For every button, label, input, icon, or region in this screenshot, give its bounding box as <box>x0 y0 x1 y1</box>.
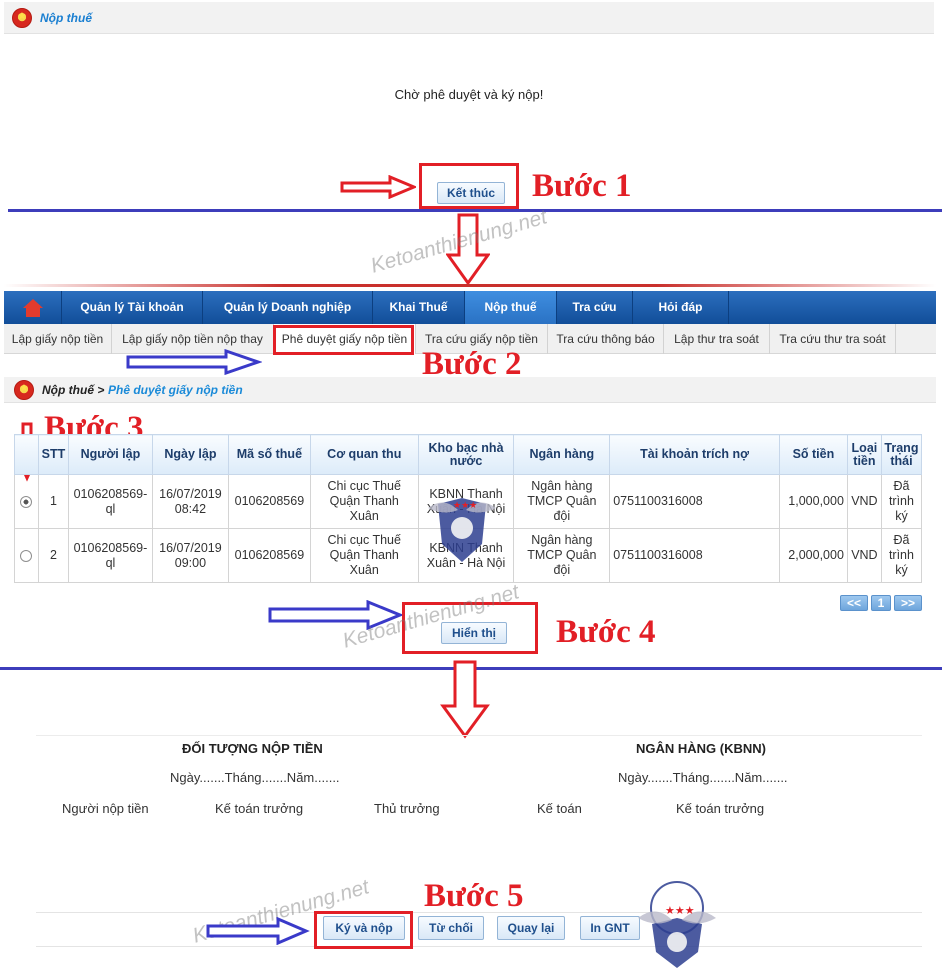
arrow-right-icon <box>340 175 416 199</box>
nav-enterprise-management[interactable]: Quản lý Doanh nghiệp <box>203 291 373 324</box>
role-bank-chief-accountant: Kế toán trưởng <box>676 801 765 816</box>
show-button[interactable]: Hiển thị <box>441 622 507 644</box>
role-chief-accountant: Kế toán trưởng <box>215 801 304 816</box>
bank-title: NGÂN HÀNG (KBNN) <box>636 741 766 756</box>
role-payer: Người nộp tiền <box>62 801 149 816</box>
pagination-page[interactable]: 1 <box>871 595 891 611</box>
nav-tax-payment[interactable]: Nộp thuế <box>465 291 557 324</box>
column-header: Tài khoản trích nợ <box>609 434 780 475</box>
company-logo-icon: ★★★ <box>638 881 716 968</box>
section-divider <box>36 735 922 736</box>
home-icon <box>23 299 43 317</box>
breadcrumb: Nộp thuế > Phê duyệt giấy nộp tiền <box>4 377 936 403</box>
panel-title: Nộp thuế <box>40 11 92 25</box>
role-director: Thủ trưởng <box>374 801 440 816</box>
arrow-right-icon <box>268 600 404 630</box>
step-1-label: Bước 1 <box>532 168 632 204</box>
table-header-row: STT Người lập Ngày lập Mã số thuế Cơ qua… <box>14 434 923 475</box>
cell-currency: VND <box>846 474 882 529</box>
cell-tax-code: 0106208569 <box>227 474 311 529</box>
cell-date: 16/07/2019 08:42 <box>151 474 229 529</box>
column-header: Loại tiền <box>846 434 882 475</box>
column-header: Số tiền <box>778 434 848 475</box>
row-select-radio[interactable] <box>20 549 33 562</box>
pagination-prev[interactable]: << <box>840 595 868 611</box>
column-header: STT <box>37 434 69 475</box>
svg-text:★★★: ★★★ <box>665 904 695 917</box>
home-button[interactable] <box>4 291 62 324</box>
svg-text:★★★: ★★★ <box>453 501 477 511</box>
cell-status: Đã trình ký <box>880 528 923 583</box>
nav-faq[interactable]: Hỏi đáp <box>633 291 729 324</box>
cell-stt: 1 <box>37 474 69 529</box>
cell-stt: 2 <box>37 528 69 583</box>
sign-and-submit-button[interactable]: Ký và nộp <box>323 916 405 940</box>
column-header <box>14 434 39 475</box>
arrow-right-icon <box>206 917 310 945</box>
cell-tax-office: Chi cục Thuế Quận Thanh Xuân <box>309 474 419 529</box>
national-emblem-icon <box>14 380 34 400</box>
nav-top-border <box>4 284 936 287</box>
company-logo-icon: ★★★ <box>428 498 496 562</box>
cell-debit-account: 0751100316008 <box>609 474 780 529</box>
nav-tax-declaration[interactable]: Khai Thuế <box>373 291 465 324</box>
cell-tax-code: 0106208569 <box>227 528 311 583</box>
pagination-next[interactable]: >> <box>894 595 922 611</box>
arrow-right-icon <box>126 349 262 375</box>
reject-button[interactable]: Từ chối <box>418 916 484 940</box>
cell-amount: 1,000,000 <box>778 474 848 529</box>
national-emblem-icon <box>12 8 32 28</box>
subnav-approve-payment[interactable]: Phê duyệt giấy nộp tiền <box>274 324 416 354</box>
subnav-lookup-inquiry[interactable]: Tra cứu thư tra soát <box>770 324 896 354</box>
cell-debit-account: 0751100316008 <box>609 528 780 583</box>
print-gnt-button[interactable]: In GNT <box>580 916 640 940</box>
finish-button[interactable]: Kết thúc <box>437 182 505 204</box>
cell-creator: 0106208569-ql <box>67 474 153 529</box>
cell-creator: 0106208569-ql <box>67 528 153 583</box>
cell-currency: VND <box>846 528 882 583</box>
column-header: Ngày lập <box>151 434 229 475</box>
breadcrumb-root[interactable]: Nộp thuế > <box>42 383 104 397</box>
column-header: Ngân hàng <box>513 434 611 475</box>
action-bar-bottom-border <box>36 946 922 947</box>
payer-date-line: Ngày.......Tháng.......Năm....... <box>170 770 340 785</box>
step-4-label: Bước 4 <box>556 614 656 650</box>
payer-title: ĐỐI TƯỢNG NỘP TIỀN <box>182 741 323 756</box>
subnav-lookup-notice[interactable]: Tra cứu thông báo <box>548 324 664 354</box>
subnav-create-inquiry[interactable]: Lập thư tra soát <box>664 324 770 354</box>
breadcrumb-current: Phê duyệt giấy nộp tiền <box>108 383 243 397</box>
role-accountant: Kế toán <box>537 801 582 816</box>
cell-status: Đã trình ký <box>880 474 923 529</box>
nav-lookup[interactable]: Tra cứu <box>557 291 633 324</box>
divider-line <box>8 209 942 212</box>
arrow-down-icon <box>446 213 490 285</box>
arrow-down-icon <box>440 660 490 739</box>
column-header: Người lập <box>67 434 153 475</box>
cell-bank: Ngân hàng TMCP Quân đội <box>513 474 611 529</box>
row-select-radio[interactable] <box>20 495 33 508</box>
subnav-create-payment[interactable]: Lập giấy nộp tiền <box>4 324 112 354</box>
status-message: Chờ phê duyệt và ký nộp! <box>394 87 544 102</box>
column-header: Cơ quan thu <box>309 434 419 475</box>
cell-bank: Ngân hàng TMCP Quân đội <box>513 528 611 583</box>
panel-header: Nộp thuế <box>4 2 934 34</box>
column-header: Kho bạc nhà nước <box>417 434 515 475</box>
column-header: Trạng thái <box>880 434 923 475</box>
step-5-label: Bước 5 <box>424 878 524 914</box>
cell-amount: 2,000,000 <box>778 528 848 583</box>
nav-account-management[interactable]: Quản lý Tài khoản <box>62 291 203 324</box>
main-nav: Quản lý Tài khoản Quản lý Doanh nghiệp K… <box>4 291 936 324</box>
cell-date: 16/07/2019 09:00 <box>151 528 229 583</box>
back-button[interactable]: Quay lại <box>497 916 565 940</box>
column-header: Mã số thuế <box>227 434 311 475</box>
completion-panel: Nộp thuế Chờ phê duyệt và ký nộp! <box>4 2 934 202</box>
cell-tax-office: Chi cục Thuế Quận Thanh Xuân <box>309 528 419 583</box>
bank-date-line: Ngày.......Tháng.......Năm....... <box>618 770 788 785</box>
